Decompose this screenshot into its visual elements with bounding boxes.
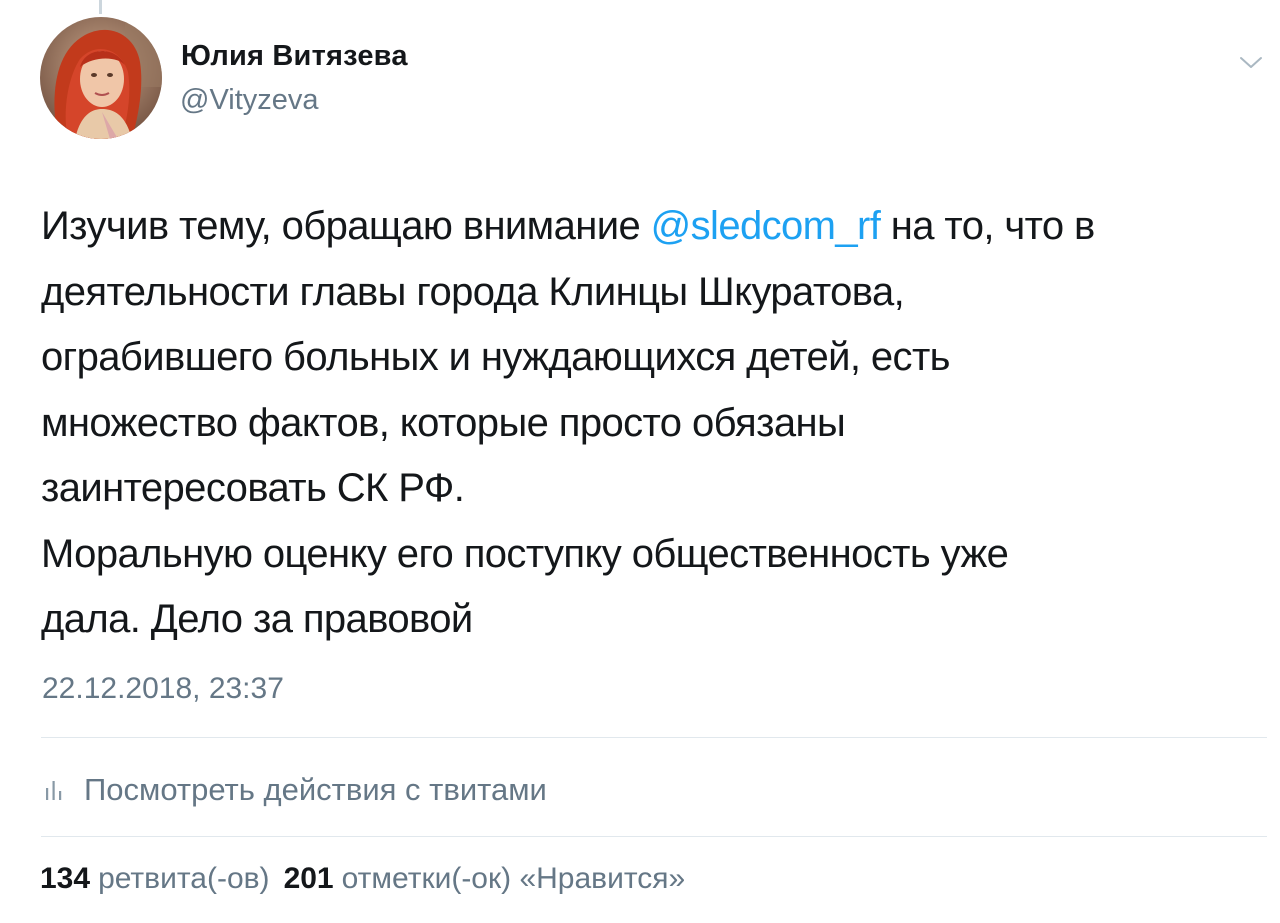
retweets-stat[interactable]: 134 ретвита(-ов) — [40, 862, 270, 896]
author-handle[interactable]: @Vityzeva — [180, 84, 319, 117]
divider — [41, 737, 1267, 738]
avatar[interactable] — [40, 17, 162, 139]
tweet-text-line: дала. Дело за правовой — [41, 597, 473, 641]
likes-stat[interactable]: 201 отметки(-ок) «Нравится» — [284, 862, 686, 896]
view-tweet-activity-label: Посмотреть действия с твитами — [84, 772, 547, 807]
chevron-down-icon[interactable] — [1238, 54, 1264, 72]
tweet-text: Изучив тему, обращаю внимание @sledcom_r… — [41, 194, 1261, 653]
tweet-stats: 134 ретвита(-ов) 201 отметки(-ок) «Нравитс… — [40, 862, 699, 896]
tweet-text-segment: Изучив тему, обращаю внимание — [41, 204, 651, 248]
tweet-text-line: множество фактов, которые просто обязаны — [41, 400, 846, 445]
author-display-name[interactable]: Юлия Витязева — [181, 40, 408, 73]
retweets-label: ретвита(-ов) — [98, 862, 270, 895]
divider — [41, 836, 1267, 837]
thread-connector-line — [99, 0, 102, 14]
tweet-timestamp[interactable]: 22.12.2018, 23:37 — [42, 672, 284, 706]
tweet-text-line: ограбившего больных и нуждающихся детей,… — [41, 335, 951, 379]
tweet-text-line: деятельности главы города Клинцы Шкурато… — [41, 269, 905, 314]
tweet-text-line: Изучив тему, обращаю внимание @sledcom_r… — [41, 194, 1261, 260]
analytics-icon — [44, 779, 64, 801]
likes-count: 201 — [283, 862, 334, 895]
view-tweet-activity-button[interactable]: Посмотреть действия с твитами — [44, 768, 547, 812]
tweet-text-line: заинтересовать СК РФ. — [41, 466, 465, 510]
likes-label: отметки(-ок) «Нравится» — [341, 862, 686, 895]
tweet-text-line: Моральную оценку его поступку общественн… — [41, 531, 1009, 576]
avatar-image — [40, 17, 162, 139]
tweet-text-segment: на то, что в — [880, 204, 1096, 248]
retweets-count: 134 — [40, 862, 91, 895]
mention-link[interactable]: @sledcom_rf — [651, 204, 881, 248]
